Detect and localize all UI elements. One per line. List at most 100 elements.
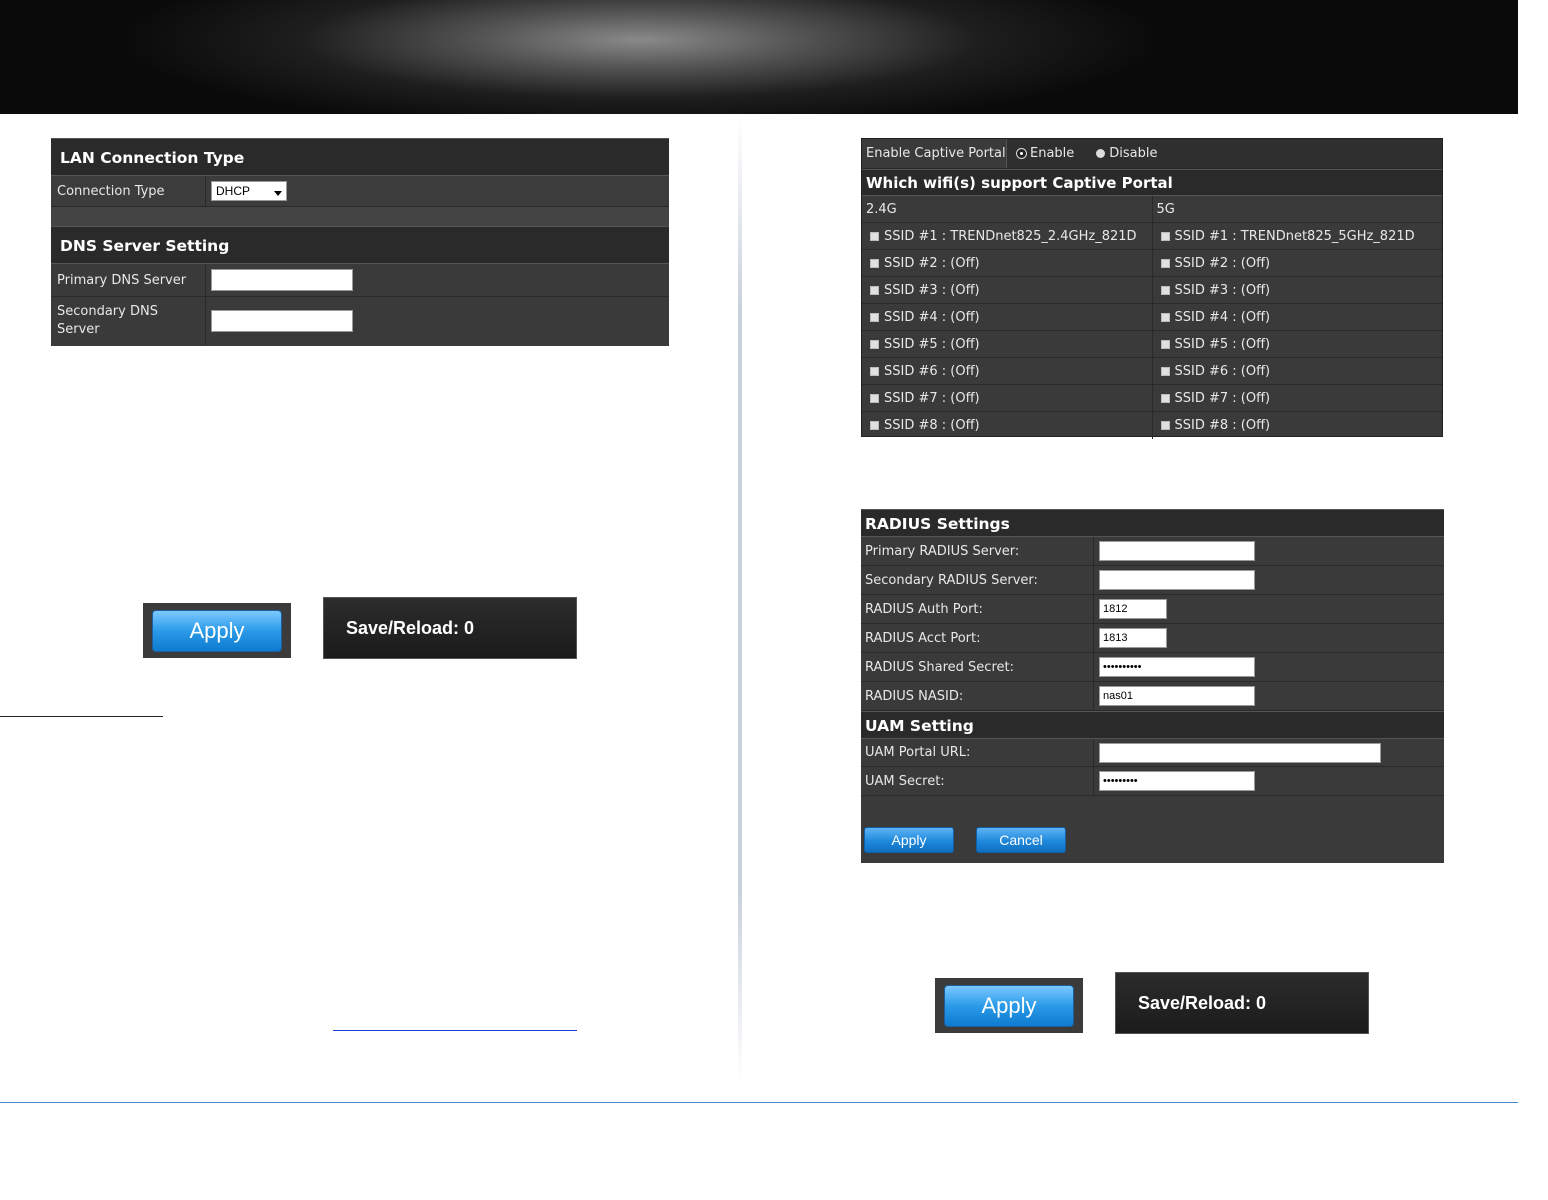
primary-radius-row: Primary RADIUS Server: — [861, 537, 1444, 566]
ssid-5g-option[interactable]: SSID #6 : (Off) — [1151, 358, 1443, 384]
ssid-row: SSID #8 : (Off) SSID #8 : (Off) — [862, 412, 1442, 439]
save-reload-button[interactable]: Save/Reload: 0 — [323, 597, 577, 659]
checkbox-icon[interactable] — [870, 393, 879, 403]
ssid-list: SSID #1 : TRENDnet825_2.4GHz_821D SSID #1… — [862, 223, 1442, 439]
ssid-24g-option[interactable]: SSID #6 : (Off) — [862, 358, 1152, 384]
secondary-dns-label: Secondary DNS Server — [51, 297, 206, 345]
nasid-input[interactable]: nas01 — [1099, 686, 1255, 706]
uam-url-input[interactable] — [1099, 742, 1381, 763]
checkbox-icon[interactable] — [1160, 312, 1170, 322]
ssid-label: SSID #4 : (Off) — [884, 309, 980, 325]
ssid-label: SSID #3 : (Off) — [884, 282, 980, 298]
captive-portal-panel: Enable Captive Portal Enable Disable Whi… — [861, 138, 1443, 439]
ssid-label: SSID #5 : (Off) — [1174, 336, 1271, 352]
radius-cancel-button[interactable]: Cancel — [976, 827, 1066, 853]
band-header-row: 2.4G 5G — [862, 196, 1442, 223]
band-5-header: 5G — [1151, 196, 1443, 222]
shared-secret-label: RADIUS Shared Secret: — [861, 653, 1094, 681]
checkbox-icon[interactable] — [1160, 366, 1170, 376]
acct-port-input[interactable]: 1813 — [1099, 628, 1167, 648]
radius-apply-button[interactable]: Apply — [864, 827, 954, 853]
checkbox-icon[interactable] — [1160, 339, 1170, 349]
ssid-5g-option[interactable]: SSID #3 : (Off) — [1151, 277, 1443, 303]
uam-section-title: UAM Setting — [861, 711, 1444, 739]
auth-port-label: RADIUS Auth Port: — [861, 595, 1094, 623]
header-banner — [0, 0, 1518, 114]
secondary-radius-label: Secondary RADIUS Server: — [861, 566, 1094, 594]
disable-radio[interactable] — [1096, 149, 1106, 158]
apply-button-right[interactable]: Apply — [944, 984, 1074, 1027]
uam-secret-input[interactable]: ••••••••• — [1099, 771, 1255, 791]
ssid-24g-option[interactable]: SSID #4 : (Off) — [862, 304, 1152, 330]
ssid-label: SSID #1 : TRENDnet825_5GHz_821D — [1174, 228, 1415, 244]
band-24-header: 2.4G — [866, 201, 897, 217]
checkbox-icon[interactable] — [870, 312, 879, 322]
primary-dns-input[interactable] — [211, 269, 353, 291]
ssid-label: SSID #5 : (Off) — [884, 336, 980, 352]
ssid-5g-option[interactable]: SSID #5 : (Off) — [1151, 331, 1443, 357]
apply-button-frame-right: Apply — [935, 978, 1083, 1033]
checkbox-icon[interactable] — [1160, 393, 1170, 403]
ssid-5g-option[interactable]: SSID #8 : (Off) — [1151, 412, 1443, 439]
secondary-dns-row: Secondary DNS Server — [51, 297, 669, 345]
checkbox-icon[interactable] — [870, 231, 879, 241]
primary-dns-label: Primary DNS Server — [51, 264, 206, 296]
acct-port-row: RADIUS Acct Port: 1813 — [861, 624, 1444, 653]
primary-dns-row: Primary DNS Server — [51, 264, 669, 297]
checkbox-icon[interactable] — [1160, 258, 1170, 268]
ssid-row: SSID #6 : (Off) SSID #6 : (Off) — [862, 358, 1442, 385]
shared-secret-input[interactable]: •••••••••• — [1099, 657, 1255, 677]
ssid-5g-option[interactable]: SSID #4 : (Off) — [1151, 304, 1443, 330]
lan-section-title: LAN Connection Type — [51, 138, 669, 176]
primary-radius-label: Primary RADIUS Server: — [861, 537, 1094, 565]
ssid-24g-option[interactable]: SSID #2 : (Off) — [862, 250, 1152, 276]
ssid-label: SSID #6 : (Off) — [1174, 363, 1271, 379]
ssid-5g-option[interactable]: SSID #1 : TRENDnet825_5GHz_821D — [1151, 223, 1443, 249]
ssid-24g-option[interactable]: SSID #7 : (Off) — [862, 385, 1152, 411]
radius-panel: RADIUS Settings Primary RADIUS Server: S… — [861, 509, 1444, 863]
enable-radio-label: Enable — [1030, 146, 1075, 161]
auth-port-row: RADIUS Auth Port: 1812 — [861, 595, 1444, 624]
secondary-radius-input[interactable] — [1099, 570, 1255, 590]
spacer-row — [51, 207, 669, 226]
checkbox-icon[interactable] — [870, 285, 879, 295]
ssid-24g-option[interactable]: SSID #5 : (Off) — [862, 331, 1152, 357]
ssid-label: SSID #6 : (Off) — [884, 363, 980, 379]
checkbox-icon[interactable] — [870, 366, 879, 376]
connection-type-row: Connection Type DHCP — [51, 176, 669, 207]
ssid-row: SSID #5 : (Off) SSID #5 : (Off) — [862, 331, 1442, 358]
ssid-24g-option[interactable]: SSID #1 : TRENDnet825_2.4GHz_821D — [862, 223, 1152, 249]
checkbox-icon[interactable] — [1160, 285, 1170, 295]
save-reload-button-right[interactable]: Save/Reload: 0 — [1115, 972, 1369, 1034]
enable-captive-portal-label: Enable Captive Portal — [862, 139, 1007, 168]
uam-secret-label: UAM Secret: — [861, 767, 1094, 795]
ssid-label: SSID #8 : (Off) — [1174, 418, 1271, 433]
ssid-label: SSID #7 : (Off) — [1174, 390, 1271, 406]
ssid-5g-option[interactable]: SSID #7 : (Off) — [1151, 385, 1443, 411]
enable-radio[interactable] — [1017, 149, 1026, 158]
checkbox-icon[interactable] — [1160, 421, 1170, 430]
checkbox-icon[interactable] — [870, 339, 879, 349]
column-divider — [738, 120, 742, 1080]
ssid-label: SSID #8 : (Off) — [884, 418, 980, 433]
apply-button[interactable]: Apply — [152, 609, 282, 652]
section-underline — [0, 716, 163, 717]
ssid-24g-option[interactable]: SSID #3 : (Off) — [862, 277, 1152, 303]
auth-port-input[interactable]: 1812 — [1099, 599, 1167, 619]
nasid-row: RADIUS NASID: nas01 — [861, 682, 1444, 711]
primary-radius-input[interactable] — [1099, 541, 1255, 561]
ssid-5g-option[interactable]: SSID #2 : (Off) — [1151, 250, 1443, 276]
checkbox-icon[interactable] — [1160, 231, 1170, 241]
ssid-label: SSID #2 : (Off) — [884, 255, 980, 271]
checkbox-icon[interactable] — [870, 421, 879, 430]
ssid-label: SSID #2 : (Off) — [1174, 255, 1271, 271]
ssid-row: SSID #2 : (Off) SSID #2 : (Off) — [862, 250, 1442, 277]
secondary-dns-input[interactable] — [211, 310, 353, 332]
dns-section-title: DNS Server Setting — [51, 226, 669, 264]
connection-type-label: Connection Type — [51, 176, 206, 206]
secondary-radius-row: Secondary RADIUS Server: — [861, 566, 1444, 595]
uam-url-row: UAM Portal URL: — [861, 739, 1444, 767]
checkbox-icon[interactable] — [870, 258, 879, 268]
connection-type-select[interactable]: DHCP — [211, 181, 287, 201]
ssid-24g-option[interactable]: SSID #8 : (Off) — [862, 412, 1152, 439]
